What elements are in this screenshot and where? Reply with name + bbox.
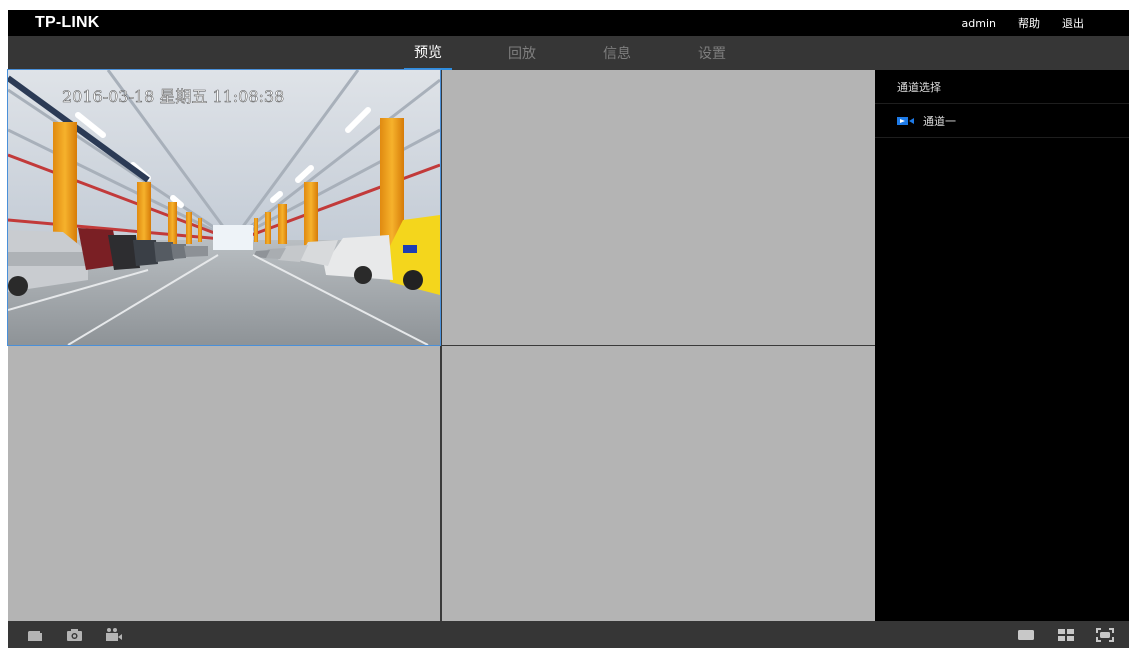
channel-select-title: 通道选择 [875, 70, 1129, 104]
record-icon[interactable] [104, 625, 124, 644]
tab-playback[interactable]: 回放 [498, 36, 546, 70]
bottom-toolbar [8, 621, 1129, 648]
camera-icon [897, 116, 914, 125]
tab-info[interactable]: 信息 [593, 36, 641, 70]
fullscreen-icon[interactable] [1095, 625, 1115, 644]
video-grid: 2016-03-18 星期五 11:08:38 [7, 69, 875, 621]
main-nav: 预览 回放 信息 设置 [8, 36, 1129, 70]
help-link[interactable]: 帮助 [1018, 15, 1040, 31]
parking-garage-feed: 2016-03-18 星期五 11:08:38 [8, 70, 440, 345]
video-pane-4[interactable] [442, 346, 875, 621]
tab-preview[interactable]: 预览 [404, 36, 452, 70]
header-actions: admin 帮助 退出 [940, 15, 1084, 31]
video-pane-1[interactable]: 2016-03-18 星期五 11:08:38 [7, 69, 441, 346]
user-link[interactable]: admin [962, 17, 996, 30]
video-pane-2[interactable] [442, 70, 875, 345]
video-pane-3[interactable] [8, 346, 440, 621]
logout-link[interactable]: 退出 [1062, 15, 1084, 31]
channel-sidebar: 通道选择 通道一 [875, 70, 1129, 621]
osd-timestamp: 2016-03-18 星期五 11:08:38 [62, 87, 284, 106]
single-view-icon[interactable] [1016, 625, 1036, 644]
channel-item-1[interactable]: 通道一 [875, 104, 1129, 138]
quad-view-icon[interactable] [1056, 625, 1076, 644]
snapshot-icon[interactable] [64, 625, 84, 644]
channel-item-label: 通道一 [923, 114, 956, 128]
folder-icon[interactable] [25, 625, 45, 644]
top-header: TP-LINK admin 帮助 退出 [8, 10, 1129, 36]
tp-link-logo: TP-LINK [35, 14, 100, 31]
tab-settings[interactable]: 设置 [688, 36, 736, 70]
